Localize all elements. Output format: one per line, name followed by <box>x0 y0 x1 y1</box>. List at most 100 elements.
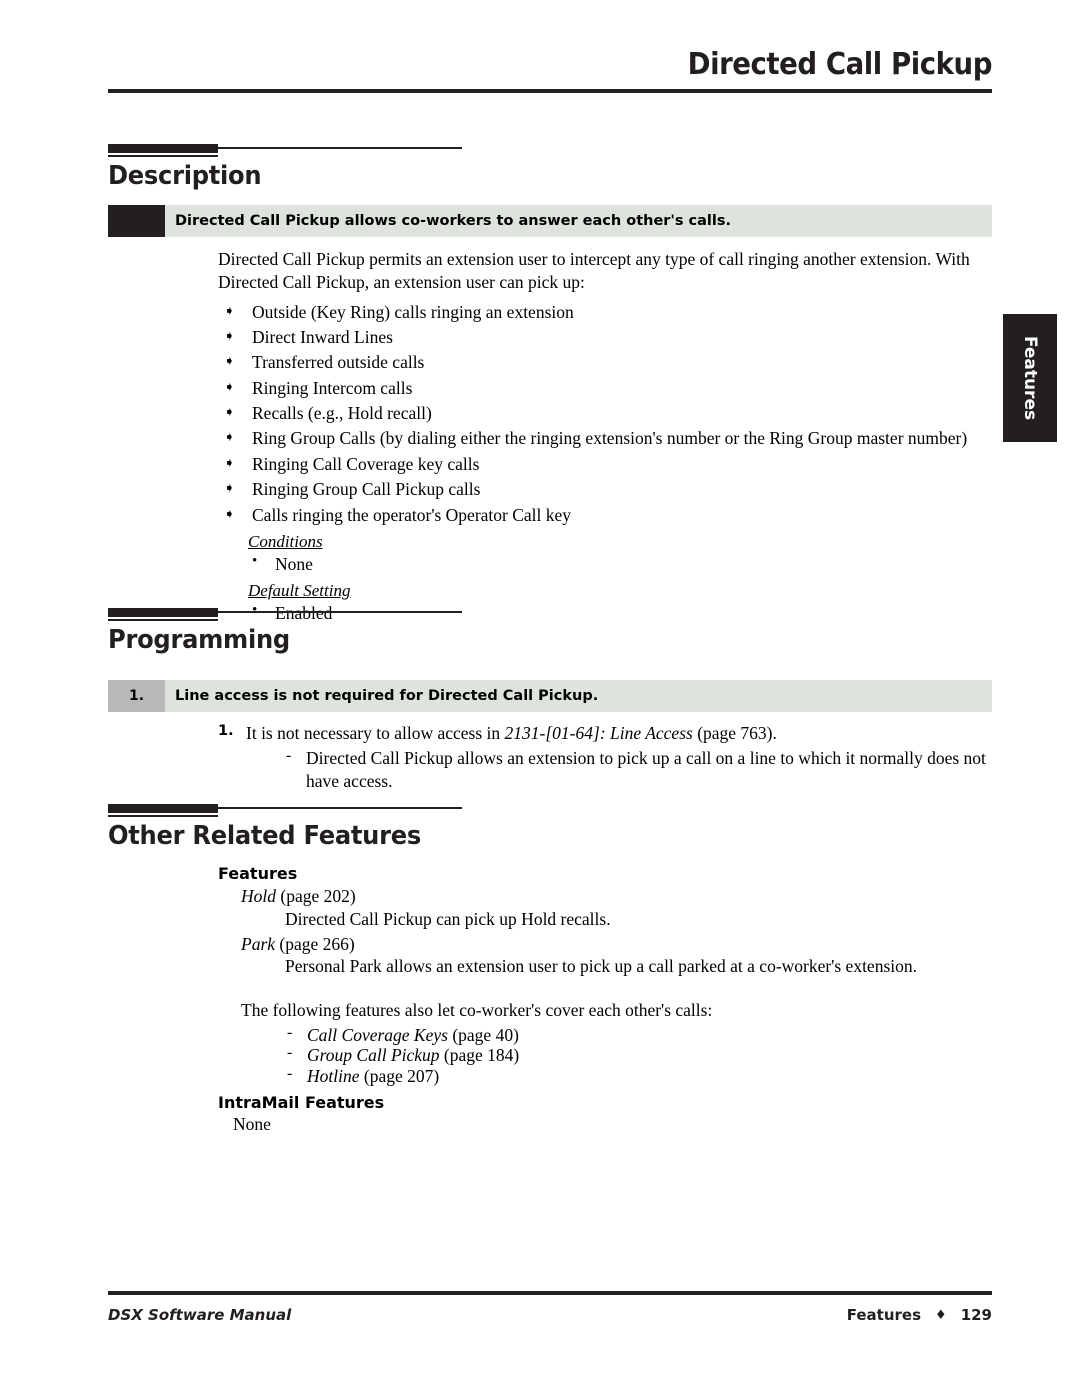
dash-bullet-icon: - <box>287 1044 293 1062</box>
section-heading-description: Description <box>108 161 262 191</box>
default-setting-heading: Default Setting <box>248 581 351 601</box>
list-item-label: Outside (Key Ring) calls ringing an exte… <box>252 301 574 322</box>
footer-rule <box>108 1291 992 1295</box>
intramail-features-value: None <box>233 1113 271 1134</box>
section-rule-thin <box>218 611 462 613</box>
list-item-label: Recalls (e.g., Hold recall) <box>252 403 432 423</box>
list-item-label: Ring Group Calls (by dialing either the … <box>252 428 968 449</box>
section-heading-orf: Other Related Features <box>108 821 421 851</box>
arrow-bullet-icon: ➧ <box>224 302 235 318</box>
list-item-label: Direct Inward Lines <box>252 326 393 347</box>
section-rule-thick <box>108 144 218 153</box>
section-rule-thin <box>218 807 462 809</box>
header-rule <box>108 89 992 93</box>
list-item: ➧ Outside (Key Ring) calls ringing an ext… <box>218 300 992 325</box>
conditions-heading: Conditions <box>248 531 323 551</box>
list-item: - Hotline (page 207) <box>285 1065 992 1087</box>
list-item: ➧ Ring Group Calls (by dialing either the… <box>218 426 992 451</box>
list-item: - Call Coverage Keys (page 40) <box>285 1023 992 1046</box>
intramail-features-heading: IntraMail Features <box>218 1092 385 1112</box>
footer-page-number: 129 <box>960 1306 992 1324</box>
footer-section-label: Features <box>846 1306 922 1324</box>
programming-callout: 1. Line access is not required for Direc… <box>108 680 992 712</box>
arrow-bullet-icon: ➧ <box>224 454 235 470</box>
feature-ref-page: (page 266) <box>279 933 355 954</box>
list-item-page: (page 207) <box>363 1066 440 1087</box>
step-text-reference: 2131-[01-64]: Line Access <box>504 723 693 743</box>
document-page: Directed Call Pickup Features Descriptio… <box>0 0 1080 1397</box>
section-description: Description Directed Call Pickup allows … <box>108 140 992 627</box>
description-intro: Directed Call Pickup permits an extensio… <box>218 249 970 292</box>
feature-ref-park-description: Personal Park allows an extension user t… <box>285 956 917 977</box>
feature-ref-name: Park <box>241 933 276 954</box>
feature-ref-hold-description: Directed Call Pickup can pick up Hold re… <box>285 908 611 929</box>
step-number: 1. <box>218 723 234 739</box>
arrow-bullet-icon: ➧ <box>224 505 235 521</box>
section-other-related-features: Other Related Features Features Hold (pa… <box>108 800 992 1135</box>
section-heading-programming: Programming <box>108 625 290 655</box>
list-item: • None <box>248 552 992 577</box>
list-item-label: None <box>275 553 313 574</box>
list-item: ➧ Ringing Group Call Pickup calls <box>218 477 992 502</box>
list-item: ➧ Transferred outside calls <box>218 350 992 375</box>
programming-callout-number: 1. <box>108 680 165 712</box>
list-item-page: (page 184) <box>443 1045 520 1066</box>
page-title: Directed Call Pickup <box>687 47 993 82</box>
feature-ref-park: Park (page 266) <box>108 933 992 956</box>
side-tab-features[interactable]: Features <box>1003 314 1057 442</box>
dash-bullet-icon: - <box>286 746 292 764</box>
section-rule-underline <box>108 815 218 817</box>
list-item-label: Call Coverage Keys <box>307 1024 448 1045</box>
arrow-bullet-icon: ➧ <box>224 404 235 419</box>
feature-ref-name: Hold <box>241 886 276 906</box>
arrow-bullet-icon: ➧ <box>224 353 235 369</box>
section-rule-programming <box>108 604 992 622</box>
callout-marker-block <box>108 205 165 237</box>
section-rule-thin <box>218 147 462 149</box>
list-item: - Directed Call Pickup allows an extensio… <box>284 747 992 793</box>
feature-ref-hold: Hold (page 202) <box>108 885 992 908</box>
feature-ref-page: (page 202) <box>280 886 356 906</box>
section-rule-underline <box>108 619 218 621</box>
arrow-bullet-icon: ➧ <box>224 378 235 394</box>
section-rule-description <box>108 140 992 158</box>
dash-bullet-icon: - <box>287 1023 293 1041</box>
arrow-bullet-icon: ➧ <box>224 429 235 445</box>
orf-features-heading: Features <box>218 864 298 883</box>
dash-bullet-icon: - <box>287 1065 293 1083</box>
list-item-label: Ringing Intercom calls <box>252 377 413 398</box>
list-item: - Group Call Pickup (page 184) <box>285 1044 992 1066</box>
orf-also-intro: The following features also let co-worke… <box>241 1000 713 1020</box>
list-item-label: Transferred outside calls <box>252 352 425 373</box>
description-bullet-list: ➧ Outside (Key Ring) calls ringing an ext… <box>108 300 992 528</box>
page-footer: DSX Software Manual Features ♦ 129 <box>108 1306 992 1324</box>
list-item-label: Ringing Group Call Pickup calls <box>252 479 481 500</box>
list-item-label: Calls ringing the operator's Operator Ca… <box>252 504 572 525</box>
programming-step: 1. It is not necessary to allow access i… <box>218 722 992 792</box>
section-rule-thick <box>108 804 218 813</box>
programming-sub-list: - Directed Call Pickup allows an extensio… <box>246 747 992 793</box>
conditions-list: • None <box>108 552 992 577</box>
section-rule-thick <box>108 608 218 617</box>
list-item: ➧ Recalls (e.g., Hold recall) <box>218 401 992 426</box>
list-item-page: (page 40) <box>452 1024 519 1045</box>
step-text-before: It is not necessary to allow access in <box>246 723 505 743</box>
footer-manual-title: DSX Software Manual <box>108 1306 292 1324</box>
description-callout-text: Directed Call Pickup allows co-workers t… <box>175 213 732 229</box>
description-callout: Directed Call Pickup allows co-workers t… <box>108 205 992 237</box>
section-programming: Programming 1. Line access is not requir… <box>108 604 992 792</box>
list-item: ➧ Direct Inward Lines <box>218 325 992 350</box>
dot-bullet-icon: • <box>252 552 258 569</box>
list-item-label: Directed Call Pickup allows an extension… <box>306 747 986 791</box>
list-item-label: Group Call Pickup <box>307 1045 440 1066</box>
section-rule-orf <box>108 800 992 818</box>
programming-callout-text: Line access is not required for Directed… <box>175 688 599 704</box>
list-item-label: Hotline <box>307 1066 360 1087</box>
footer-page-info: Features ♦ 129 <box>847 1306 992 1324</box>
arrow-bullet-icon: ➧ <box>224 327 235 343</box>
step-text-after: (page 763). <box>692 723 777 743</box>
page-header: Directed Call Pickup <box>108 50 992 93</box>
arrow-bullet-icon: ➧ <box>224 480 235 496</box>
orf-also-list: - Call Coverage Keys (page 40) - Group Cal… <box>108 1023 992 1087</box>
side-tab-label: Features <box>1020 335 1040 421</box>
